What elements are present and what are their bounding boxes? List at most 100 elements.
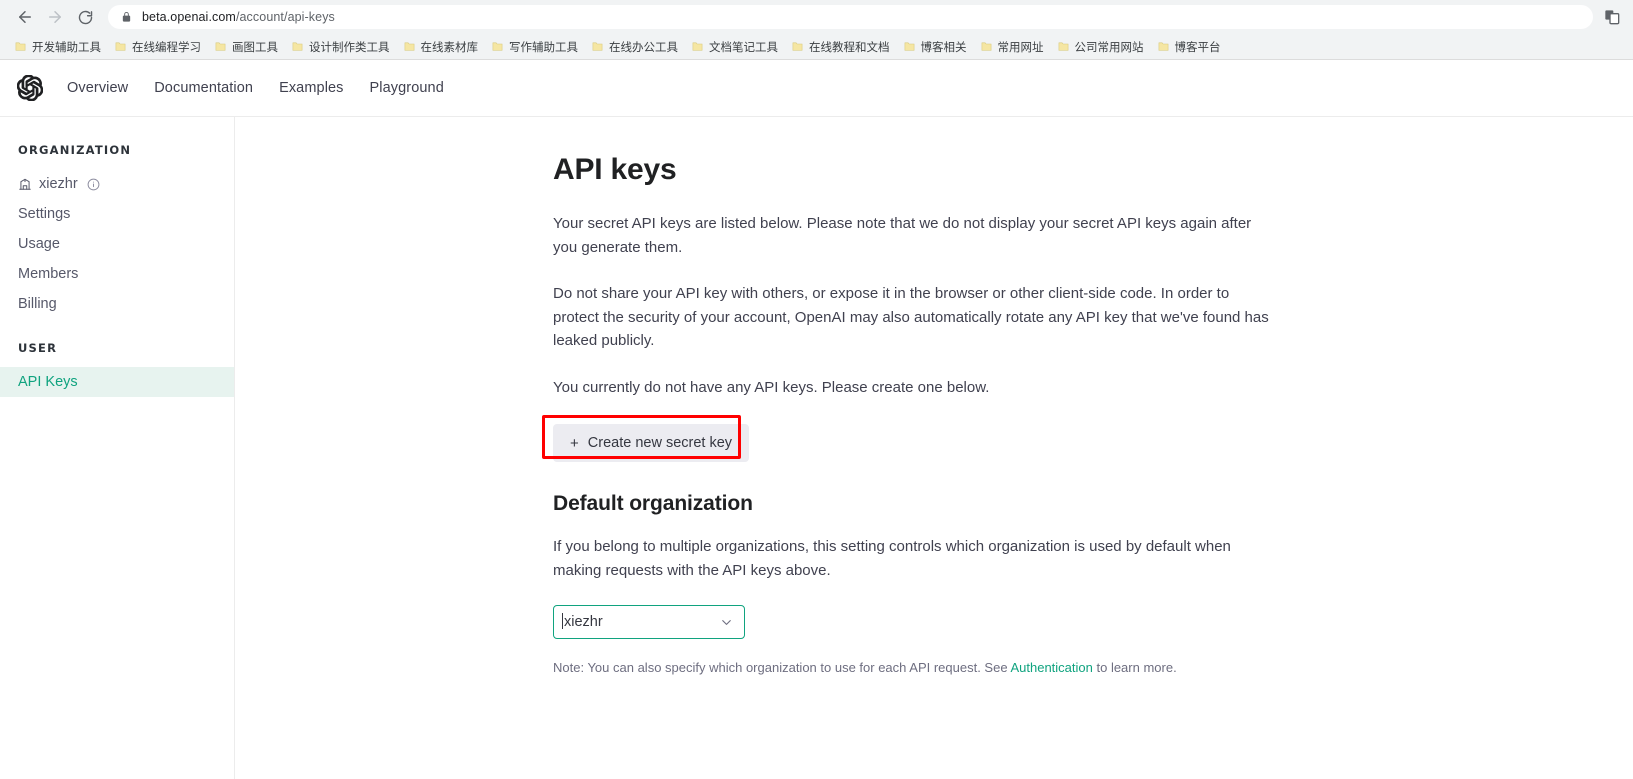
bookmark-label: 在线素材库 [421,39,479,55]
sidebar-item-label: Settings [18,206,70,222]
sidebar-item-label: Usage [18,236,60,252]
note-suffix: to learn more. [1093,660,1177,675]
top-navigation: Overview Documentation Examples Playground [0,60,1633,117]
bookmark-item[interactable]: 博客相关 [897,36,974,57]
url-path: /account/api-keys [236,10,335,24]
bookmark-label: 常用网址 [998,39,1044,55]
bookmark-item[interactable]: 在线编程学习 [108,36,208,57]
url-host: beta.openai.com [142,10,236,24]
plus-icon: + [570,436,579,451]
chevron-down-icon [719,615,734,630]
bookmark-item[interactable]: 博客平台 [1151,36,1228,57]
forward-button[interactable] [40,2,70,32]
bookmark-item[interactable]: 文档笔记工具 [685,36,785,57]
folder-icon [15,41,26,52]
sidebar-item-label: Members [18,266,78,282]
sidebar-org-label: xiezhr [39,176,78,192]
intro-paragraph-1: Your secret API keys are listed below. P… [553,212,1271,259]
bookmark-label: 在线编程学习 [132,39,201,55]
url-text: beta.openai.com/account/api-keys [142,10,335,24]
default-organization-title: Default organization [553,492,1283,516]
bookmark-label: 设计制作类工具 [309,39,390,55]
default-organization-description: If you belong to multiple organizations,… [553,535,1271,582]
sidebar: ORGANIZATION xiezhr Settings Usag [0,117,235,779]
bookmark-label: 博客相关 [921,39,967,55]
create-key-wrapper: + Create new secret key [553,424,749,462]
authentication-link[interactable]: Authentication [1010,660,1092,675]
sidebar-item-label: Billing [18,296,57,312]
topnav-link-documentation[interactable]: Documentation [154,80,253,96]
sidebar-item-label: API Keys [18,374,78,390]
top-nav-links: Overview Documentation Examples Playground [67,80,444,96]
reload-icon [77,9,94,26]
browser-chrome: beta.openai.com/account/api-keys 开发辅助工具 在… [0,0,1633,60]
extension-icon[interactable] [1601,6,1623,28]
no-keys-message: You currently do not have any API keys. … [553,376,1271,400]
folder-icon [904,41,915,52]
bookmark-label: 文档笔记工具 [709,39,778,55]
body-area: ORGANIZATION xiezhr Settings Usag [0,117,1633,779]
sidebar-item-billing[interactable]: Billing [0,289,234,319]
content-column: API keys Your secret API keys are listed… [553,153,1283,677]
folder-icon [1058,41,1069,52]
browser-toolbar: beta.openai.com/account/api-keys [0,0,1633,34]
info-circle-icon[interactable] [87,178,100,191]
main-content: API keys Your secret API keys are listed… [235,117,1633,779]
reload-button[interactable] [70,2,100,32]
topnav-link-overview[interactable]: Overview [67,80,128,96]
sidebar-item-api-keys[interactable]: API Keys [0,367,234,397]
sidebar-item-settings[interactable]: Settings [0,199,234,229]
bookmark-label: 写作辅助工具 [509,39,578,55]
sidebar-section-user: USER [0,341,234,355]
sidebar-item-members[interactable]: Members [0,259,234,289]
create-key-label: Create new secret key [588,435,732,451]
openai-logo-icon[interactable] [17,75,43,101]
selected-organization-value: xiezhr [564,614,719,630]
bookmark-item[interactable]: 写作辅助工具 [485,36,585,57]
folder-icon [1158,41,1169,52]
sidebar-spacer [0,319,234,341]
bookmark-label: 博客平台 [1175,39,1221,55]
folder-icon [492,41,503,52]
bookmark-item[interactable]: 公司常用网站 [1051,36,1151,57]
lock-icon [120,11,133,24]
bookmark-label: 开发辅助工具 [32,39,101,55]
bookmark-item[interactable]: 设计制作类工具 [285,36,397,57]
topnav-link-examples[interactable]: Examples [279,80,343,96]
bookmark-item[interactable]: 开发辅助工具 [8,36,108,57]
folder-icon [692,41,703,52]
bookmark-item[interactable]: 在线素材库 [397,36,486,57]
bookmark-item[interactable]: 在线教程和文档 [785,36,897,57]
folder-icon [981,41,992,52]
page-title: API keys [553,153,1283,187]
building-icon [18,177,32,191]
folder-icon [115,41,126,52]
bookmark-label: 公司常用网站 [1075,39,1144,55]
organization-note: Note: You can also specify which organiz… [553,658,1283,677]
sidebar-item-usage[interactable]: Usage [0,229,234,259]
back-arrow-icon [16,8,34,26]
folder-icon [292,41,303,52]
intro-paragraph-2: Do not share your API key with others, o… [553,282,1271,353]
sidebar-item-org-name[interactable]: xiezhr [0,169,234,199]
folder-icon [404,41,415,52]
topnav-link-playground[interactable]: Playground [370,80,444,96]
bookmark-label: 在线办公工具 [609,39,678,55]
forward-arrow-icon [46,8,64,26]
folder-icon [592,41,603,52]
bookmark-label: 画图工具 [232,39,278,55]
back-button[interactable] [10,2,40,32]
bookmark-item[interactable]: 在线办公工具 [585,36,685,57]
address-bar[interactable]: beta.openai.com/account/api-keys [108,5,1593,29]
page-content: OverviewDocumentationExamplesPlayground … [0,60,1633,779]
folder-icon [215,41,226,52]
bookmarks-bar: 开发辅助工具 在线编程学习 画图工具 设计制作类工具 在线素材库 写作辅助工具 在线办公工具… [0,34,1633,59]
bookmark-label: 在线教程和文档 [809,39,890,55]
default-organization-select[interactable]: xiezhr [553,605,745,639]
note-prefix: Note: You can also specify which organiz… [553,660,1010,675]
bookmark-item[interactable]: 常用网址 [974,36,1051,57]
folder-icon [792,41,803,52]
sidebar-section-organization: ORGANIZATION [0,143,234,157]
bookmark-item[interactable]: 画图工具 [208,36,285,57]
create-new-secret-key-button[interactable]: + Create new secret key [553,424,749,462]
